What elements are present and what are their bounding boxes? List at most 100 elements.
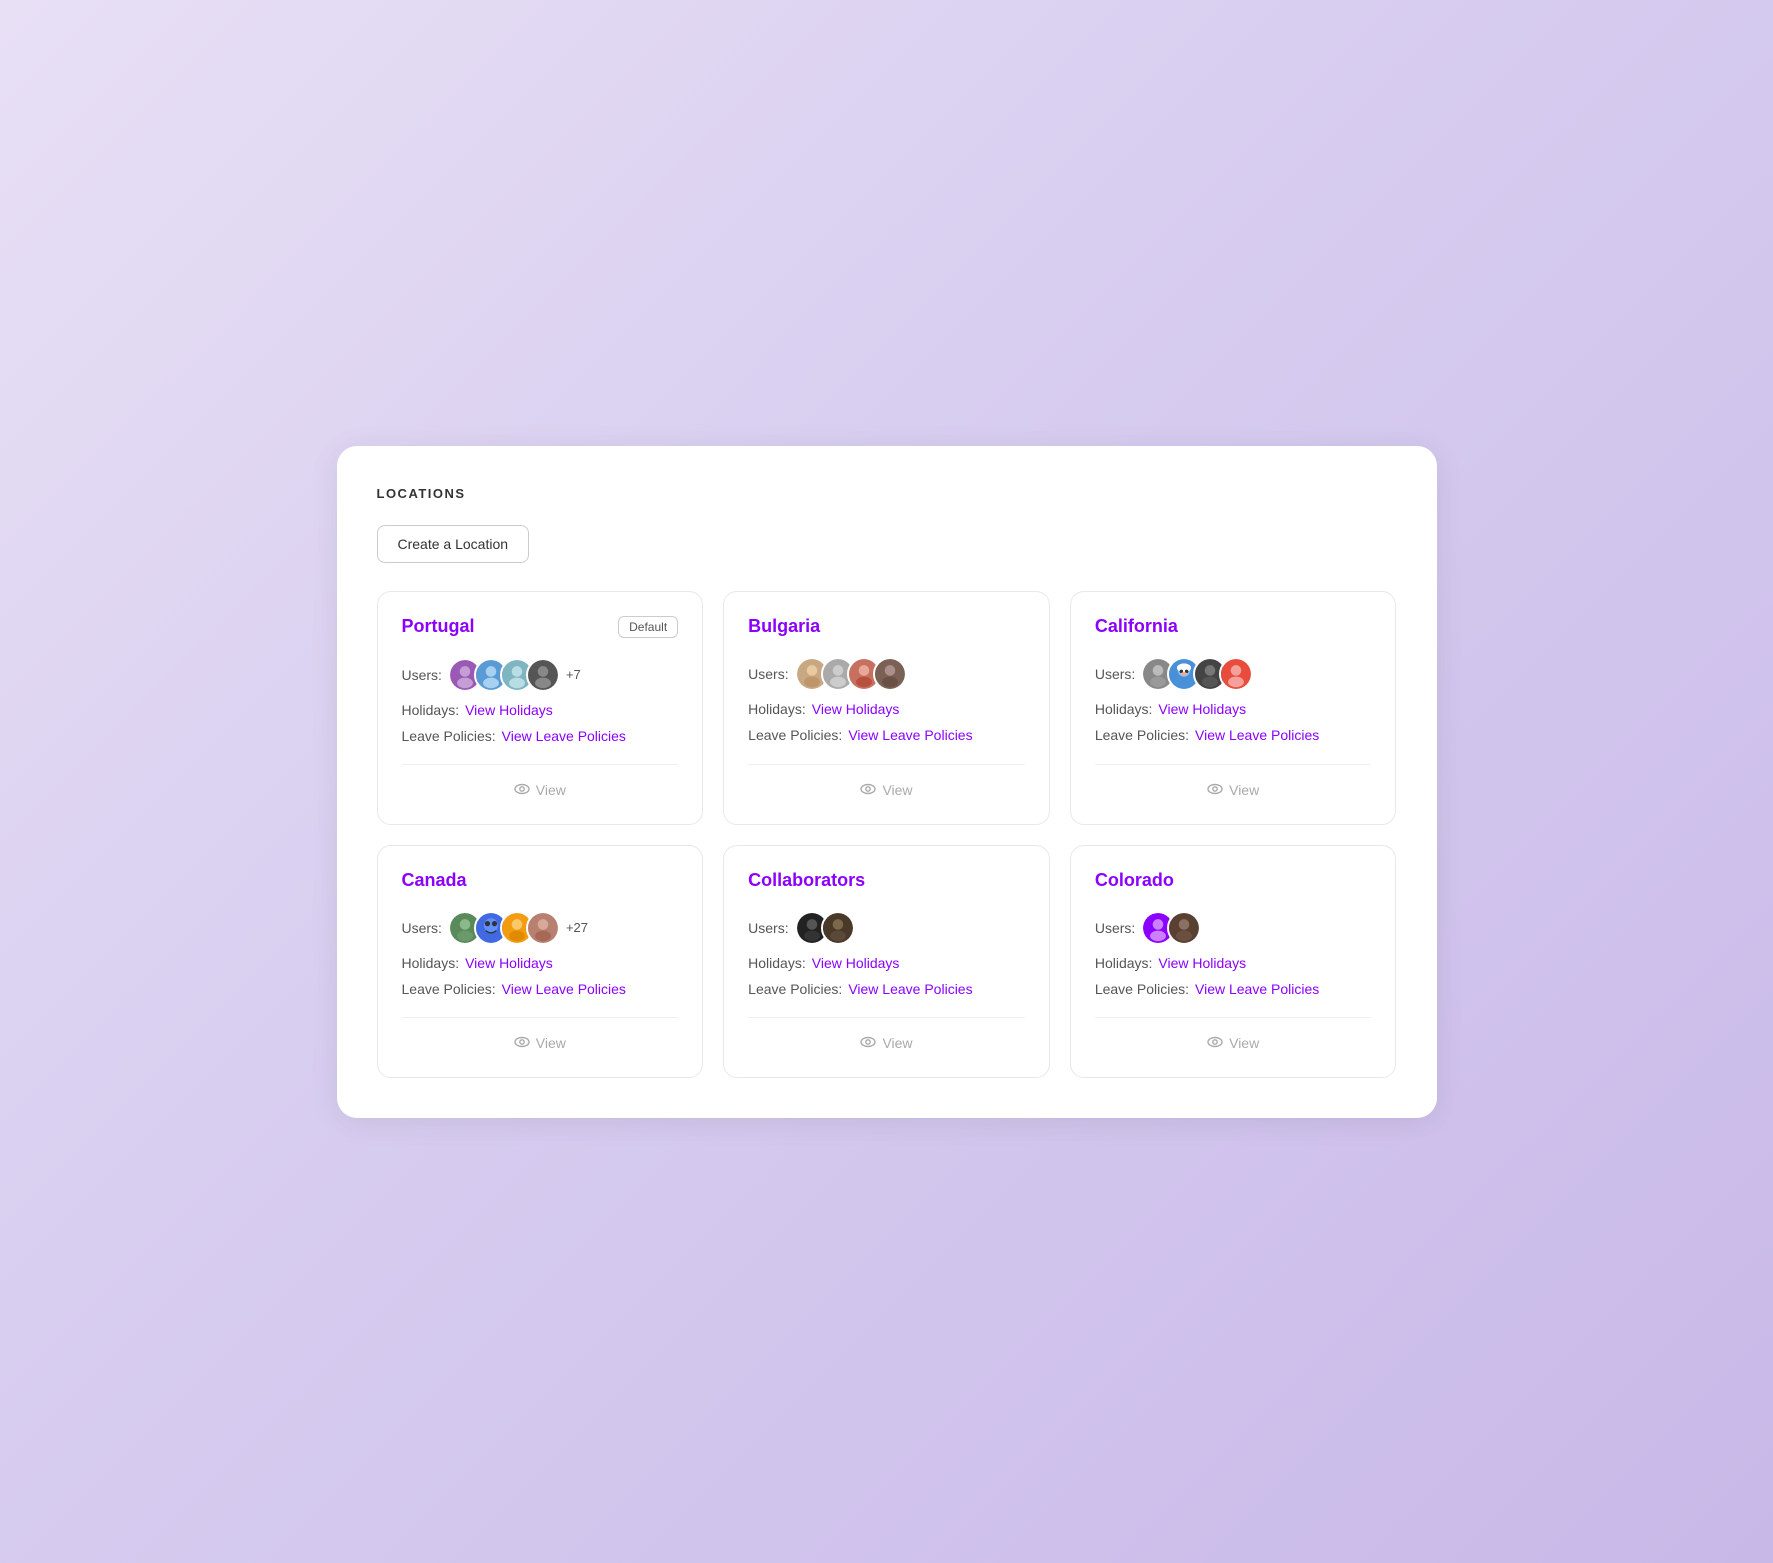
- leave-label: Leave Policies:: [748, 981, 842, 997]
- view-label: View: [536, 1035, 566, 1051]
- locations-grid: PortugalDefaultUsers:+7Holidays:View Hol…: [377, 591, 1397, 1078]
- avatar: [873, 657, 907, 691]
- avatar: [821, 911, 855, 945]
- user-count: +27: [566, 920, 588, 935]
- view-holidays-link[interactable]: View Holidays: [1158, 701, 1246, 717]
- view-label: View: [1229, 1035, 1259, 1051]
- holidays-label: Holidays:: [1095, 955, 1153, 971]
- view-leave-policies-link[interactable]: View Leave Policies: [502, 981, 626, 997]
- view-leave-policies-link[interactable]: View Leave Policies: [502, 728, 626, 744]
- view-button[interactable]: View: [1095, 1017, 1372, 1053]
- avatar: [526, 658, 560, 692]
- holidays-label: Holidays:: [402, 955, 460, 971]
- card-body: Users: Holidays: View Holidays Leave Polici…: [1095, 657, 1372, 744]
- users-label: Users:: [402, 920, 442, 936]
- eye-icon: [1207, 1034, 1223, 1053]
- users-label: Users:: [1095, 666, 1135, 682]
- holidays-row: Holidays: View Holidays: [1095, 701, 1372, 717]
- users-row: Users:: [1095, 911, 1372, 945]
- default-badge: Default: [618, 616, 678, 638]
- card-body: Users: Holidays: View Holidays Leave Polici…: [1095, 911, 1372, 997]
- holidays-label: Holidays:: [748, 701, 806, 717]
- avatar-group: [795, 657, 899, 691]
- view-label: View: [1229, 782, 1259, 798]
- card-body: Users: Holidays: View Holidays Leave Polici…: [748, 657, 1025, 744]
- users-label: Users:: [748, 920, 788, 936]
- users-row: Users:: [748, 911, 1025, 945]
- location-name[interactable]: California: [1095, 616, 1178, 637]
- holidays-label: Holidays:: [402, 702, 460, 718]
- eye-icon: [1207, 781, 1223, 800]
- card-body: Users: Holidays: View Holidays Leave Polici…: [748, 911, 1025, 997]
- location-name[interactable]: Colorado: [1095, 870, 1174, 891]
- card-header: Colorado: [1095, 870, 1372, 891]
- location-name[interactable]: Portugal: [402, 616, 475, 637]
- view-holidays-link[interactable]: View Holidays: [465, 955, 553, 971]
- avatar-group: [795, 911, 847, 945]
- card-header: California: [1095, 616, 1372, 637]
- users-row: Users:+7: [402, 658, 679, 692]
- avatar: [526, 911, 560, 945]
- view-leave-policies-link[interactable]: View Leave Policies: [1195, 727, 1319, 743]
- view-holidays-link[interactable]: View Holidays: [812, 955, 900, 971]
- view-holidays-link[interactable]: View Holidays: [812, 701, 900, 717]
- eye-icon: [860, 781, 876, 800]
- users-label: Users:: [1095, 920, 1135, 936]
- avatar: [1167, 911, 1201, 945]
- user-count: +7: [566, 667, 581, 682]
- view-leave-policies-link[interactable]: View Leave Policies: [1195, 981, 1319, 997]
- view-label: View: [536, 782, 566, 798]
- eye-icon: [860, 1034, 876, 1053]
- view-leave-policies-link[interactable]: View Leave Policies: [848, 727, 972, 743]
- card-header: Portugal Default: [402, 616, 679, 638]
- avatar-group: +27: [448, 911, 588, 945]
- leave-row: Leave Policies: View Leave Policies: [748, 727, 1025, 743]
- avatar: [1219, 657, 1253, 691]
- users-row: Users: +27: [402, 911, 679, 945]
- card-body: Users: +27 Holidays: View Holidays Leave Pol…: [402, 911, 679, 997]
- leave-row: Leave Policies: View Leave Policies: [1095, 981, 1372, 997]
- location-name[interactable]: Bulgaria: [748, 616, 820, 637]
- leave-label: Leave Policies:: [402, 728, 496, 744]
- location-name[interactable]: Collaborators: [748, 870, 865, 891]
- avatar-group: [1141, 911, 1193, 945]
- leave-label: Leave Policies:: [1095, 727, 1189, 743]
- view-button[interactable]: View: [402, 764, 679, 800]
- location-card: Portugal Default Users:+7 Holidays: View Hol…: [377, 591, 704, 825]
- view-holidays-link[interactable]: View Holidays: [465, 702, 553, 718]
- holidays-row: Holidays: View Holidays: [402, 702, 679, 718]
- leave-label: Leave Policies:: [402, 981, 496, 997]
- holidays-label: Holidays:: [748, 955, 806, 971]
- avatar-group: +7: [448, 658, 581, 692]
- view-label: View: [882, 1035, 912, 1051]
- view-button[interactable]: View: [1095, 764, 1372, 800]
- holidays-label: Holidays:: [1095, 701, 1153, 717]
- location-card: Colorado Users: Holidays: View Holidays Leav…: [1070, 845, 1397, 1078]
- page-title: LOCATIONS: [377, 486, 1397, 501]
- users-row: Users:: [1095, 657, 1372, 691]
- holidays-row: Holidays: View Holidays: [748, 955, 1025, 971]
- create-location-button[interactable]: Create a Location: [377, 525, 530, 563]
- users-row: Users:: [748, 657, 1025, 691]
- leave-row: Leave Policies: View Leave Policies: [1095, 727, 1372, 743]
- view-button[interactable]: View: [748, 764, 1025, 800]
- users-label: Users:: [748, 666, 788, 682]
- view-button[interactable]: View: [402, 1017, 679, 1053]
- view-label: View: [882, 782, 912, 798]
- location-card: California Users: Holidays: View Holidays Le…: [1070, 591, 1397, 825]
- location-card: Canada Users: +27 Holidays: View Holidays Lea…: [377, 845, 704, 1078]
- card-header: Bulgaria: [748, 616, 1025, 637]
- location-name[interactable]: Canada: [402, 870, 467, 891]
- leave-label: Leave Policies:: [748, 727, 842, 743]
- leave-row: Leave Policies: View Leave Policies: [402, 981, 679, 997]
- avatar-group: [1141, 657, 1245, 691]
- leave-label: Leave Policies:: [1095, 981, 1189, 997]
- view-leave-policies-link[interactable]: View Leave Policies: [848, 981, 972, 997]
- eye-icon: [514, 781, 530, 800]
- view-holidays-link[interactable]: View Holidays: [1158, 955, 1246, 971]
- locations-container: LOCATIONS Create a Location Portugal Defa…: [337, 446, 1437, 1118]
- view-button[interactable]: View: [748, 1017, 1025, 1053]
- holidays-row: Holidays: View Holidays: [1095, 955, 1372, 971]
- leave-row: Leave Policies: View Leave Policies: [748, 981, 1025, 997]
- location-card: Bulgaria Users: Holidays: View Holidays Leav…: [723, 591, 1050, 825]
